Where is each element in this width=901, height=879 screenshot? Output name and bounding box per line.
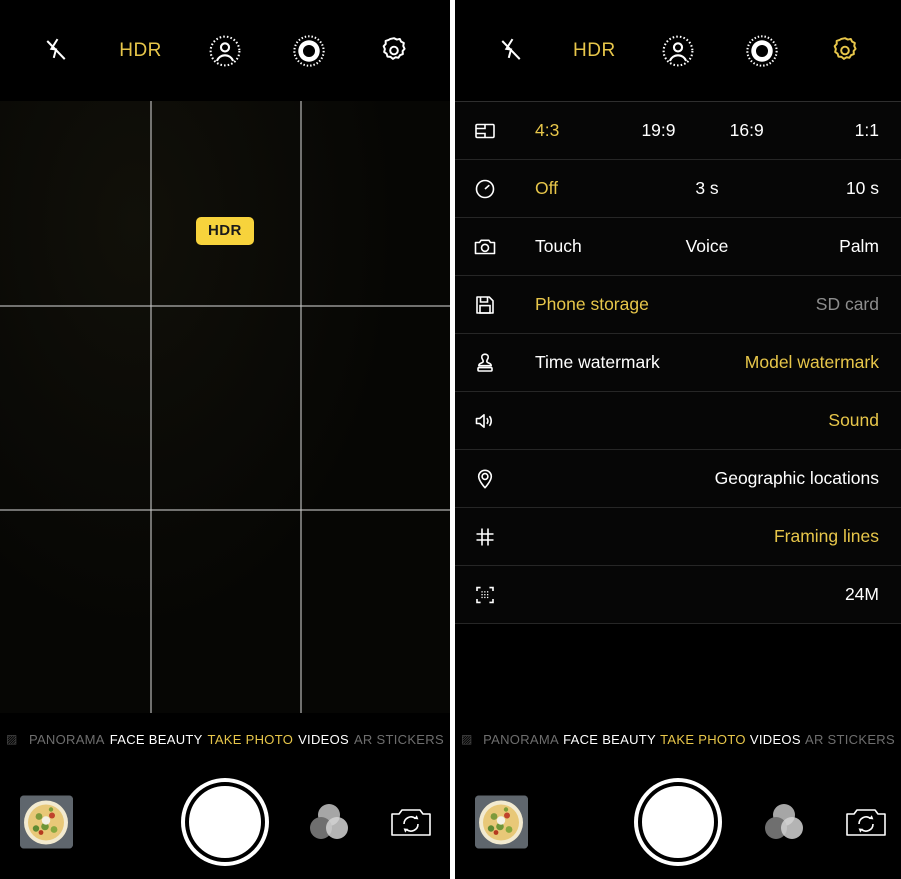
hdr-toggle-right[interactable]: HDR [566, 23, 622, 79]
grid-line-vertical-2 [300, 101, 302, 713]
mode-face-beauty[interactable]: FACE BEAUTY [561, 732, 658, 747]
flash-off-icon[interactable] [483, 23, 539, 79]
location-pin-icon [473, 467, 525, 491]
settings-row-geographic-locations[interactable]: Geographic locations [455, 450, 901, 508]
bottom-controls-right [455, 765, 901, 879]
grid-line-horizontal-1 [0, 305, 450, 307]
dual-screenshot-container: HDR HDR ▨ PANORAMA FACE BEAUTY TAKE PHOT… [0, 0, 901, 879]
mode-face-beauty[interactable]: FACE BEAUTY [108, 732, 205, 747]
viewfinder-left[interactable]: HDR [0, 101, 450, 713]
gear-icon[interactable] [366, 23, 422, 79]
option-time-watermark[interactable]: Time watermark [525, 352, 660, 373]
option-4-3[interactable]: 4:3 [525, 120, 614, 141]
hdr-badge: HDR [196, 217, 254, 245]
option-sd-card[interactable]: SD card [816, 294, 879, 315]
gallery-thumbnail-pizza[interactable] [20, 795, 73, 849]
settings-row-aspect-ratio[interactable]: 4:3 19:9 16:9 1:1 [455, 102, 901, 160]
camera-viewfinder-screen: HDR HDR ▨ PANORAMA FACE BEAUTY TAKE PHOT… [0, 0, 450, 879]
gear-icon[interactable] [817, 23, 873, 79]
save-storage-icon [473, 293, 525, 317]
option-palm[interactable]: Palm [764, 236, 879, 257]
gallery-thumbnail-pizza[interactable] [475, 795, 528, 849]
settings-row-watermark[interactable]: Time watermark Model watermark [455, 334, 901, 392]
mode-overflow-indicator[interactable]: ▨ [459, 732, 481, 746]
settings-row-shutter-mode[interactable]: Touch Voice Palm [455, 218, 901, 276]
mode-videos[interactable]: VIDEOS [748, 732, 803, 747]
option-timer-10s[interactable]: 10 s [764, 178, 879, 199]
viewfinder-preview [0, 101, 450, 713]
hdr-toggle-left[interactable]: HDR [113, 23, 169, 79]
option-16-9[interactable]: 16:9 [703, 120, 791, 141]
color-filters-icon[interactable] [306, 799, 352, 845]
option-geographic-locations[interactable]: Geographic locations [715, 468, 879, 489]
timer-options: Off 3 s 10 s [525, 160, 901, 217]
portrait-beauty-icon[interactable] [197, 23, 253, 79]
shutter-button[interactable] [638, 782, 718, 862]
aperture-bokeh-icon[interactable] [734, 23, 790, 79]
top-toolbar-left: HDR [0, 0, 450, 101]
option-1-1[interactable]: 1:1 [791, 120, 879, 141]
grid-line-vertical-1 [150, 101, 152, 713]
watermark-options: Time watermark Model watermark [525, 334, 901, 391]
speaker-sound-icon [473, 409, 525, 433]
mode-ar-stickers[interactable]: AR STICKERS [803, 732, 897, 747]
option-voice[interactable]: Voice [650, 236, 765, 257]
storage-options: Phone storage SD card [525, 276, 901, 333]
settings-row-resolution[interactable]: 24M [455, 566, 901, 624]
portrait-beauty-icon[interactable] [650, 23, 706, 79]
shutter-mode-options: Touch Voice Palm [525, 218, 901, 275]
settings-row-timer[interactable]: Off 3 s 10 s [455, 160, 901, 218]
camera-settings-screen: HDR 4:3 19:9 16:9 1:1 Off 3 s 10 s Touch… [455, 0, 901, 879]
option-model-watermark[interactable]: Model watermark [745, 352, 879, 373]
framing-lines-options: Framing lines [525, 508, 901, 565]
mode-overflow-indicator[interactable]: ▨ [4, 732, 26, 746]
aspect-ratio-options: 4:3 19:9 16:9 1:1 [525, 102, 901, 159]
flip-camera-icon[interactable] [844, 802, 888, 842]
settings-row-sound[interactable]: Sound [455, 392, 901, 450]
resolution-icon [473, 583, 525, 607]
hdr-label: HDR [119, 39, 162, 61]
bottom-controls-left [0, 765, 450, 879]
shutter-button[interactable] [185, 782, 265, 862]
top-toolbar-right: HDR [455, 0, 901, 101]
mode-bar-left: ▨ PANORAMA FACE BEAUTY TAKE PHOTO VIDEOS… [0, 713, 450, 765]
mode-videos[interactable]: VIDEOS [296, 732, 351, 747]
flip-camera-icon[interactable] [389, 802, 433, 842]
settings-empty-space [455, 624, 901, 713]
option-19-9[interactable]: 19:9 [614, 120, 702, 141]
color-filters-icon[interactable] [761, 799, 807, 845]
mode-ar-stickers[interactable]: AR STICKERS [352, 732, 446, 747]
option-framing-lines[interactable]: Framing lines [774, 526, 879, 547]
mode-take-photo[interactable]: TAKE PHOTO [658, 732, 748, 747]
option-touch[interactable]: Touch [525, 236, 650, 257]
option-sound[interactable]: Sound [828, 410, 879, 431]
hdr-label: HDR [573, 39, 616, 61]
flash-off-icon[interactable] [28, 23, 84, 79]
aperture-bokeh-icon[interactable] [281, 23, 337, 79]
settings-list: 4:3 19:9 16:9 1:1 Off 3 s 10 s Touch Voi… [455, 101, 901, 713]
option-phone-storage[interactable]: Phone storage [525, 294, 649, 315]
mode-panorama[interactable]: PANORAMA [481, 732, 561, 747]
settings-row-framing-lines[interactable]: Framing lines [455, 508, 901, 566]
settings-row-storage[interactable]: Phone storage SD card [455, 276, 901, 334]
mode-panorama[interactable]: PANORAMA [27, 732, 107, 747]
aspect-ratio-icon [473, 119, 525, 143]
geographic-locations-options: Geographic locations [525, 450, 901, 507]
sound-options: Sound [525, 392, 901, 449]
timer-icon [473, 177, 525, 201]
option-timer-off[interactable]: Off [525, 178, 650, 199]
camera-icon [473, 235, 525, 259]
option-24m[interactable]: 24M [845, 584, 879, 605]
resolution-options: 24M [525, 566, 901, 623]
watermark-stamp-icon [473, 351, 525, 375]
mode-take-photo[interactable]: TAKE PHOTO [206, 732, 296, 747]
grid-hash-icon [473, 525, 525, 549]
grid-line-horizontal-2 [0, 509, 450, 511]
mode-bar-right: ▨ PANORAMA FACE BEAUTY TAKE PHOTO VIDEOS… [455, 713, 901, 765]
option-timer-3s[interactable]: 3 s [650, 178, 765, 199]
